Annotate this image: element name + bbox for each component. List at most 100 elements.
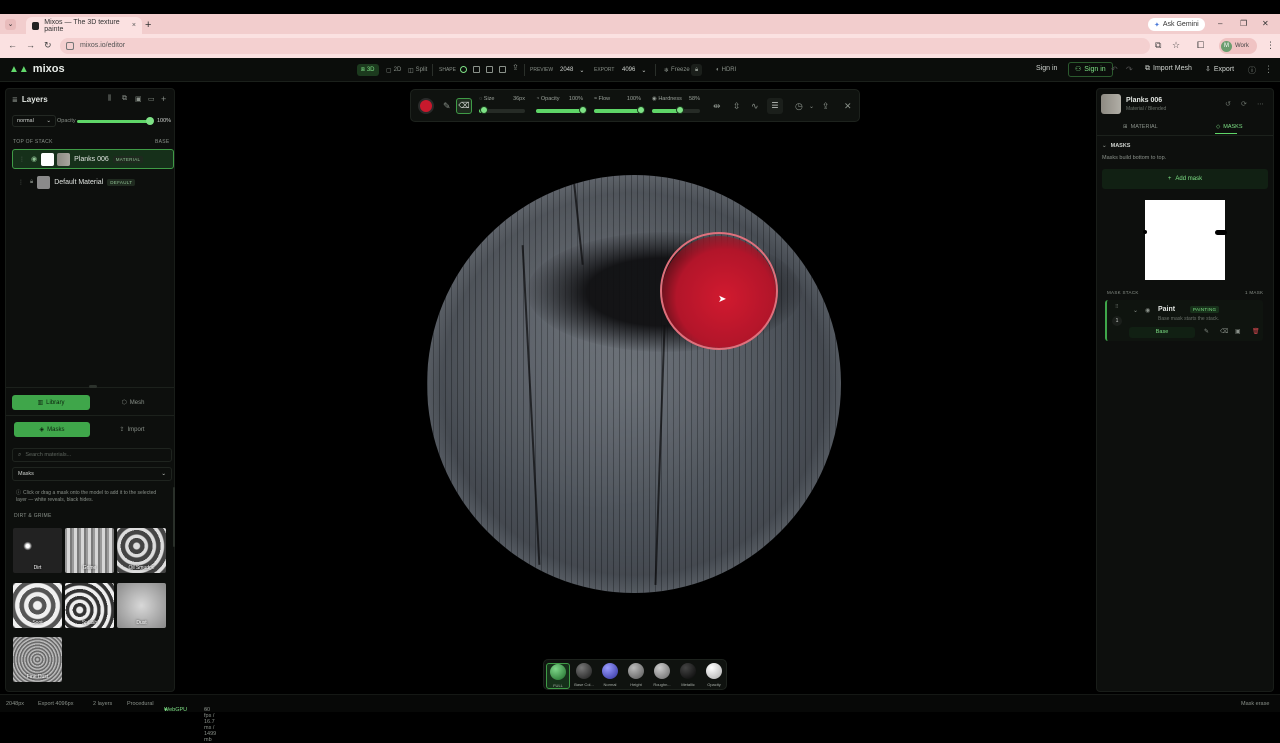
symmetry-x-icon[interactable]: ⇹ bbox=[713, 101, 721, 112]
menu-kebab-icon[interactable]: ⋮ bbox=[1266, 40, 1275, 51]
channel-full[interactable]: FULL bbox=[546, 663, 570, 689]
eye-icon[interactable]: ◉ bbox=[31, 155, 37, 163]
mask-paint-icon[interactable]: ✎ bbox=[1204, 328, 1209, 335]
category-select[interactable]: Masks ⌄ bbox=[12, 467, 172, 481]
cube-shape-icon[interactable] bbox=[473, 66, 480, 73]
ask-gemini-button[interactable]: ✦ Ask Gemini bbox=[1148, 18, 1205, 31]
tab-search-button[interactable]: ⌄ bbox=[5, 19, 16, 30]
clock-icon[interactable]: ◷ bbox=[795, 101, 803, 112]
drag-handle-icon[interactable]: ⠿ bbox=[1115, 304, 1119, 310]
blend-mode-select[interactable]: normal ⌄ bbox=[12, 115, 56, 127]
mask-tile-splash[interactable]: Splash bbox=[65, 583, 114, 628]
channel-roughness[interactable]: Roughn... bbox=[650, 663, 674, 689]
bookmark-star-icon[interactable]: ☆ bbox=[1172, 40, 1180, 51]
view-3d-button[interactable]: ⧈ 3D bbox=[357, 64, 379, 76]
minimize-icon[interactable]: – bbox=[1218, 19, 1222, 28]
import-filter-button[interactable]: ⇪ Import bbox=[94, 422, 170, 437]
stroke-icon[interactable]: ∿ bbox=[751, 101, 759, 112]
size-knob[interactable] bbox=[479, 106, 488, 114]
chevron-down-icon[interactable]: ⌄ bbox=[809, 103, 814, 110]
tab-mesh[interactable]: ⬡ Mesh bbox=[94, 395, 172, 410]
slider-knob[interactable] bbox=[146, 117, 154, 125]
channel-height[interactable]: Height bbox=[624, 663, 648, 689]
export-button[interactable]: ⇩ Export bbox=[1205, 65, 1234, 73]
mask-tile-fine-dust[interactable]: Fine Dust bbox=[13, 637, 62, 682]
freeze-button[interactable]: ❄ Freeze bbox=[660, 64, 694, 76]
tab-library[interactable]: ▥ Library bbox=[12, 395, 90, 410]
sign-in-link[interactable]: Sign in bbox=[1036, 65, 1057, 72]
extensions-icon[interactable]: ⧠ bbox=[1197, 40, 1204, 51]
size-slider[interactable]: ◌ Size 36px bbox=[479, 96, 525, 116]
upload-shape-icon[interactable]: ⇪ bbox=[512, 63, 519, 72]
opacity-slider[interactable]: ◔ Opacity 100% bbox=[536, 96, 587, 116]
view-2d-button[interactable]: ▢ 2D bbox=[382, 64, 405, 76]
opacity-knob[interactable] bbox=[579, 106, 587, 114]
close-tab-icon[interactable]: × bbox=[132, 22, 136, 29]
reload-icon[interactable]: ↻ bbox=[44, 40, 52, 51]
add-mask-button[interactable]: + Add mask bbox=[1102, 169, 1268, 189]
import-mesh-button[interactable]: ⧉ Import Mesh bbox=[1145, 65, 1192, 73]
channel-base-color[interactable]: Base Col... bbox=[572, 663, 596, 689]
preview-select[interactable]: 2048 ⌄ bbox=[556, 64, 588, 76]
sphere-shape-icon[interactable] bbox=[460, 66, 467, 73]
maximize-icon[interactable]: ❐ bbox=[1240, 19, 1247, 28]
hardness-slider[interactable]: ◉ Hardness 58% bbox=[652, 96, 700, 116]
stack-view-icon[interactable]: ⫼ bbox=[108, 95, 111, 103]
site-info-icon[interactable] bbox=[66, 42, 74, 50]
back-icon[interactable]: ← bbox=[8, 40, 17, 50]
mask-base-button[interactable]: Base bbox=[1129, 327, 1195, 338]
channel-normal[interactable]: Normal bbox=[598, 663, 622, 689]
profile-button[interactable]: M Work bbox=[1219, 38, 1257, 54]
masks-section-header[interactable]: ⌄ MASKS bbox=[1102, 143, 1130, 149]
more-icon[interactable]: ⋯ bbox=[1257, 100, 1264, 108]
opacity-track[interactable] bbox=[536, 106, 587, 114]
channel-metallic[interactable]: Metallic bbox=[676, 663, 700, 689]
redo-icon[interactable]: ↷ bbox=[1126, 65, 1133, 74]
hdri-button[interactable]: ◐ HDRI bbox=[712, 64, 740, 76]
resize-handle[interactable] bbox=[89, 385, 97, 388]
mask-fill-icon[interactable]: ▣ bbox=[1235, 328, 1241, 335]
drag-handle-icon[interactable]: ⋮ bbox=[19, 156, 25, 163]
export-res-select[interactable]: 4096 ⌄ bbox=[618, 64, 650, 76]
mask-tile-oil-smudge[interactable]: Oil Smudge bbox=[117, 528, 166, 573]
masks-filter-button[interactable]: ◈ Masks bbox=[14, 422, 90, 437]
layer-row-planks[interactable]: ⋮ ◉ Planks 006 MATERIAL bbox=[12, 149, 174, 169]
help-icon[interactable]: ⓘ bbox=[1248, 65, 1256, 76]
brush-settings-icon[interactable]: ☰ bbox=[767, 98, 783, 114]
share-icon[interactable]: ⇪ bbox=[822, 101, 830, 112]
layer-opacity-slider[interactable] bbox=[77, 117, 154, 125]
add-layer-icon[interactable]: + bbox=[161, 94, 166, 104]
cylinder-shape-icon[interactable] bbox=[499, 66, 506, 73]
plane-shape-icon[interactable] bbox=[486, 66, 493, 73]
mixos-logo[interactable]: ▲▲ mixos bbox=[9, 63, 65, 75]
refresh-icon[interactable]: ⟳ bbox=[1241, 100, 1247, 108]
brush-color-swatch[interactable] bbox=[418, 98, 434, 114]
drag-handle-icon[interactable]: ⋮ bbox=[18, 179, 24, 186]
mask-erase-icon[interactable]: ⌫ bbox=[1220, 328, 1228, 335]
tab-material[interactable]: ⊞ MATERIAL bbox=[1123, 124, 1158, 130]
mask-tile-dust[interactable]: Dust bbox=[117, 583, 166, 628]
view-split-button[interactable]: ◫ Split bbox=[404, 64, 431, 76]
flow-slider[interactable]: ≈ Flow 100% bbox=[594, 96, 645, 116]
address-bar[interactable]: mixos.io/editor bbox=[60, 38, 1150, 54]
mask-tile-dirt[interactable]: Dirt bbox=[13, 528, 62, 573]
layer-row-default[interactable]: ⋮ 🔒︎ Default Material DEFAULT bbox=[12, 172, 174, 192]
duplicate-layer-icon[interactable]: ⧉ bbox=[122, 95, 127, 103]
forward-icon[interactable]: → bbox=[26, 40, 35, 50]
collapse-icon[interactable]: ⌄ bbox=[1133, 307, 1138, 314]
symmetry-y-icon[interactable]: ⇳ bbox=[733, 101, 741, 112]
delete-mask-icon[interactable]: 🗑︎ bbox=[1252, 328, 1260, 335]
eye-icon[interactable]: ◉ bbox=[1145, 307, 1150, 314]
reset-icon[interactable]: ↺ bbox=[1225, 100, 1231, 108]
sign-in-button[interactable]: ⚇ Sign in bbox=[1068, 62, 1113, 77]
scrollbar[interactable] bbox=[173, 487, 175, 547]
undo-icon[interactable]: ↶ bbox=[1111, 65, 1118, 74]
hardness-knob[interactable] bbox=[675, 106, 684, 114]
tab-masks[interactable]: ◇ MASKS bbox=[1216, 124, 1243, 130]
flow-track[interactable] bbox=[594, 106, 645, 114]
channel-opacity[interactable]: Opacity bbox=[702, 663, 726, 689]
lock-icon[interactable]: 🔒︎ bbox=[30, 179, 33, 186]
more-icon[interactable]: ⋮ bbox=[1264, 64, 1273, 75]
mask-card-paint[interactable]: ⠿ 1 ⌄ ◉ Paint PAINTING Base mask starts … bbox=[1105, 300, 1263, 341]
new-tab-button[interactable]: + bbox=[145, 19, 151, 31]
